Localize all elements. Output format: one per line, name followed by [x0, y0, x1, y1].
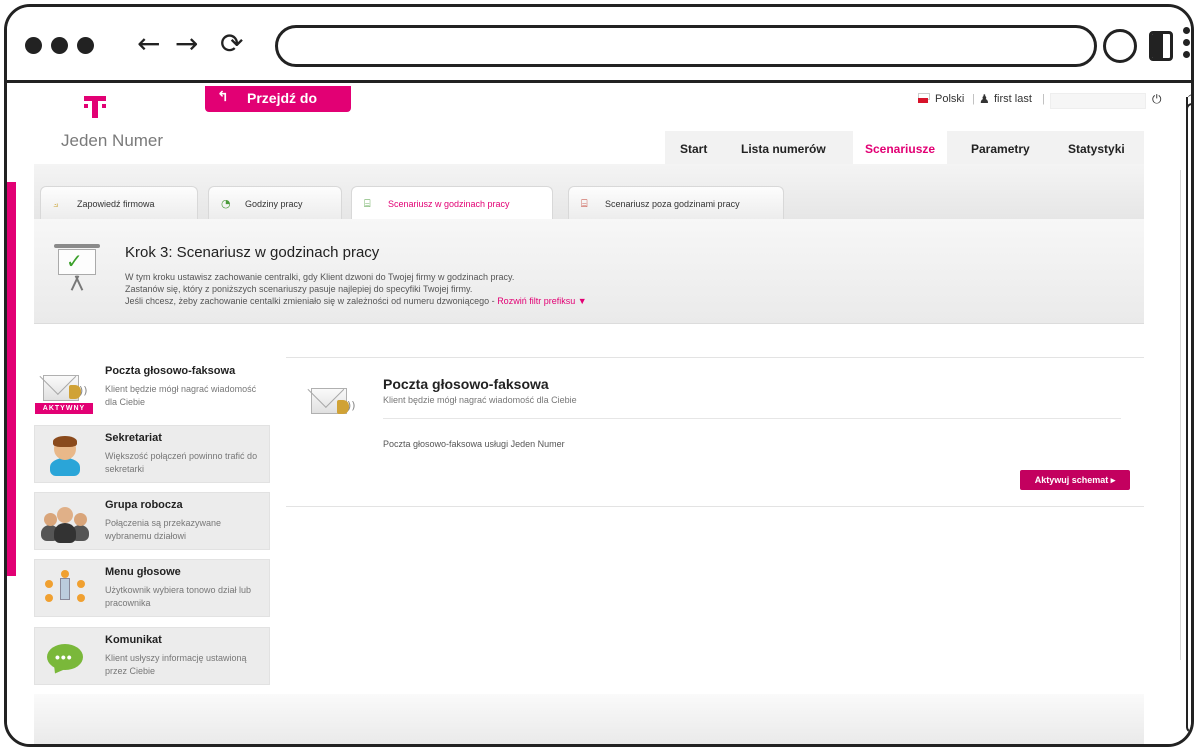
scenario-desc: Klient usłyszy informację ustawioną prze…: [105, 653, 247, 676]
main-nav: Start Lista numerów Scenariusze Parametr…: [665, 131, 1144, 164]
user-icon: ♟: [979, 92, 990, 106]
subtab-label: Godziny pracy: [245, 199, 303, 209]
separator: |: [972, 93, 975, 105]
scenario-title: Grupa robocza: [105, 499, 183, 511]
step-line-2: Zastanów się, który z poniższych scenari…: [125, 284, 473, 294]
step-line-1: W tym kroku ustawisz zachowanie centralk…: [125, 272, 515, 282]
forward-icon[interactable]: →: [175, 29, 198, 59]
tab-statystyki[interactable]: Statystyki: [1068, 131, 1125, 164]
scenario-voicemail[interactable]: )) AKTYWNY Poczta głosowo-faksowa Klient…: [34, 358, 286, 416]
scenario-desc: Połączenia są przekazywane wybranemu dzi…: [105, 518, 222, 541]
sidebar-toggle-icon[interactable]: [1149, 31, 1173, 61]
menu-kebab-icon[interactable]: [1183, 27, 1191, 63]
presentation-board-icon: ✓: [54, 244, 100, 294]
scenario-desc: Użytkownik wybiera tonowo dział lub prac…: [105, 585, 252, 608]
page-right-edge: [1171, 170, 1181, 660]
scenario-workgroup[interactable]: Grupa robocza Połączenia są przekazywane…: [34, 492, 270, 550]
profile-icon[interactable]: [1103, 29, 1137, 63]
scenario-secretariat[interactable]: Sekretariat Większość połączeń powinno t…: [34, 425, 270, 483]
secretary-person-icon: [41, 434, 89, 476]
step-line-3-text: Jeśli chcesz, żeby zachowanie centalki z…: [125, 296, 498, 306]
scenario-desc: Większość połączeń powinno trafić do sek…: [105, 451, 258, 474]
detail-title: Poczta głosowo-faksowa: [383, 376, 549, 392]
subtab-label: Scenariusz w godzinach pracy: [388, 199, 510, 209]
telekom-logo-icon[interactable]: [84, 96, 106, 118]
scenario-detail-panel: )) Poczta głosowo-faksowa Klient będzie …: [286, 357, 1144, 507]
user-name[interactable]: first last: [994, 93, 1032, 105]
step-line-3: Jeśli chcesz, żeby zachowanie centalki z…: [125, 296, 587, 306]
prefix-filter-link[interactable]: Rozwiń filtr prefiksu ▼: [497, 296, 586, 306]
scrollbar-indicator: [1186, 97, 1188, 233]
board-icon: ⌸: [581, 197, 588, 210]
page: Jeden Numer ↰ Przejdź do Polski | ♟ firs…: [34, 86, 1162, 744]
page-viewport: Jeden Numer ↰ Przejdź do Polski | ♟ firs…: [7, 86, 1191, 744]
window-dot-icon[interactable]: [77, 37, 94, 54]
logo-text: Jeden Numer: [61, 131, 164, 150]
active-badge: AKTYWNY: [35, 403, 93, 414]
scenario-message[interactable]: ••• Komunikat Klient usłyszy informację …: [34, 627, 270, 685]
scrollbar[interactable]: ⌒ ⌣: [1183, 91, 1191, 744]
speech-bubble-icon: •••: [41, 636, 89, 678]
separator: |: [1042, 93, 1045, 105]
reload-icon[interactable]: ⟳: [220, 29, 243, 59]
subtab-label: Scenariusz poza godzinami pracy: [605, 199, 740, 209]
detail-description: Poczta głosowo-faksowa usługi Jeden Nume…: [383, 439, 565, 449]
subtab-w-godzinach[interactable]: ⌸ Scenariusz w godzinach pracy: [351, 186, 553, 220]
scenario-title: Poczta głosowo-faksowa: [105, 365, 236, 377]
scenario-title: Sekretariat: [105, 432, 162, 444]
browser-window: ← → ⟳ Jeden Numer ↰ Przejdź do Polski |: [4, 4, 1194, 747]
back-arrow-icon: ↰: [217, 89, 229, 105]
voicemail-envelope-icon: )): [311, 382, 361, 426]
subtab-label: Zapowiedź firmowa: [77, 199, 155, 209]
footer-strip: [34, 694, 1144, 744]
user-info-field: [1050, 93, 1146, 109]
subtab-zapowiedz[interactable]: ⟓ Zapowiedź firmowa: [40, 186, 198, 220]
browser-toolbar: ← → ⟳: [7, 7, 1191, 83]
scroll-down-icon[interactable]: ⌣: [1188, 733, 1191, 744]
clock-icon: ◔: [221, 197, 231, 210]
goto-label: Przejdź do: [247, 90, 318, 106]
scenario-voice-menu[interactable]: Menu głosowe Użytkownik wybiera tonowo d…: [34, 559, 270, 617]
subtab-poza-godzinami[interactable]: ⌸ Scenariusz poza godzinami pracy: [568, 186, 784, 220]
tab-start[interactable]: Start: [680, 131, 707, 164]
back-icon[interactable]: ←: [137, 29, 160, 59]
speaker-icon: ⟓: [53, 197, 59, 210]
divider: [383, 418, 1121, 419]
voice-menu-tree-icon: [41, 568, 89, 610]
side-accent: [7, 182, 16, 576]
scenario-desc: Klient będzie mógł nagrać wiadomość dla …: [105, 384, 257, 407]
tab-lista-numerow[interactable]: Lista numerów: [741, 131, 826, 164]
tab-scenariusze[interactable]: Scenariusze: [853, 131, 948, 164]
tab-parametry[interactable]: Parametry: [971, 131, 1030, 164]
window-dot-icon[interactable]: [25, 37, 42, 54]
address-bar[interactable]: [275, 25, 1097, 67]
scenario-title: Menu głosowe: [105, 566, 181, 578]
logout-power-icon[interactable]: ⏻: [1152, 92, 1162, 107]
polish-flag-icon: [918, 93, 930, 103]
activate-schema-button[interactable]: Aktywuj schemat ▸: [1020, 470, 1130, 490]
scenario-title: Komunikat: [105, 634, 162, 646]
subtab-godziny[interactable]: ◔ Godziny pracy: [208, 186, 342, 220]
goto-button[interactable]: ↰ Przejdź do: [205, 86, 351, 112]
group-people-icon: [41, 501, 89, 543]
window-dot-icon[interactable]: [51, 37, 68, 54]
board-icon: ⌸: [364, 197, 371, 210]
step-panel: ✓ Krok 3: Scenariusz w godzinach pracy W…: [34, 219, 1144, 324]
detail-subtitle: Klient będzie mógł nagrać wiadomość dla …: [383, 395, 577, 405]
step-title: Krok 3: Scenariusz w godzinach pracy: [125, 244, 380, 261]
language-link[interactable]: Polski: [935, 93, 964, 105]
